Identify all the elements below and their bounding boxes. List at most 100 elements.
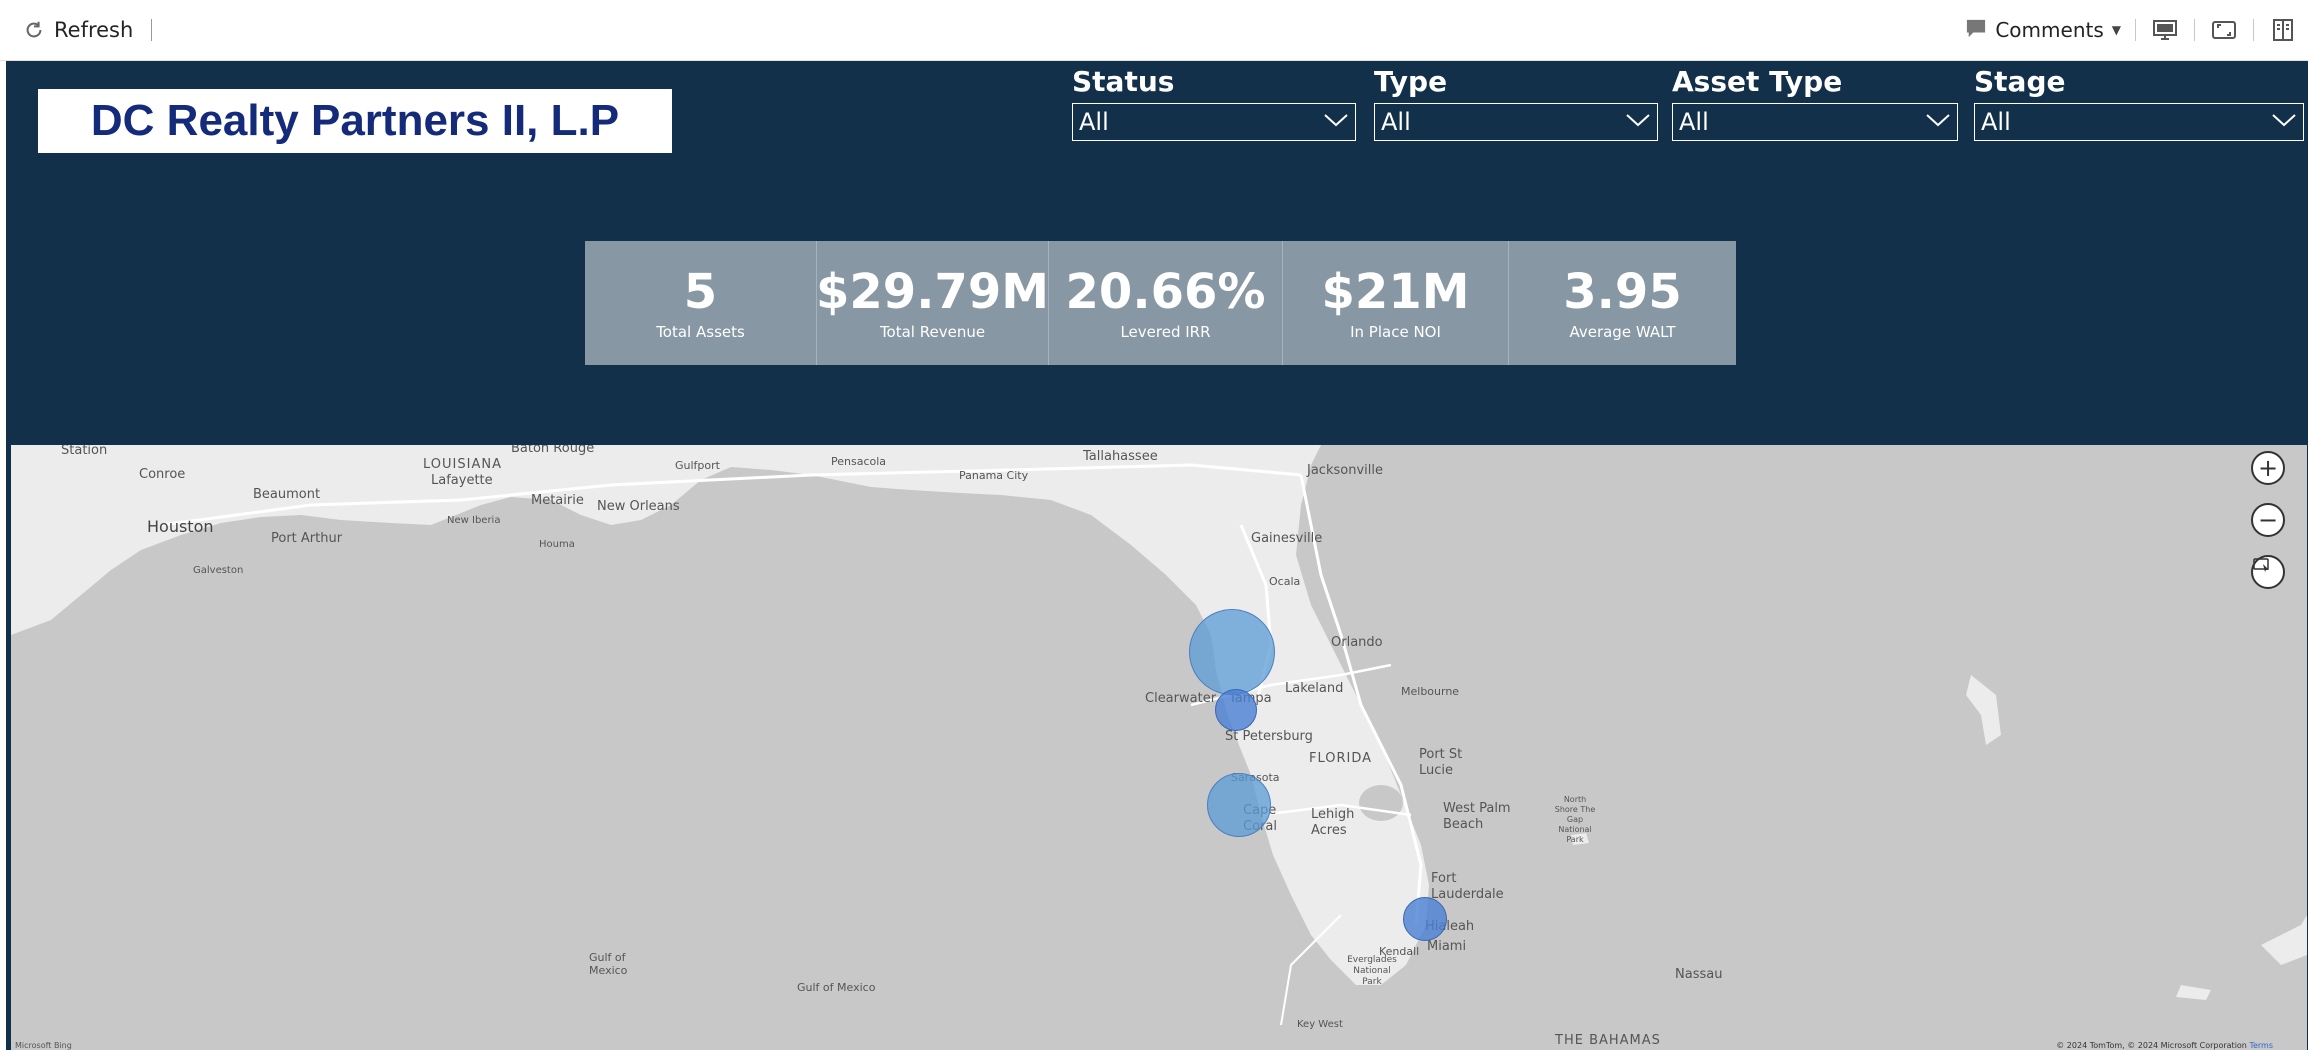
- filter-label: Stage: [1974, 65, 2066, 98]
- kpi-label: Levered IRR: [1120, 323, 1211, 341]
- filter-label: Status: [1072, 65, 1175, 98]
- chevron-down-icon: [1925, 112, 1951, 132]
- type-dropdown[interactable]: All: [1374, 103, 1658, 141]
- map-label: North Shore The Gap National Park: [1554, 795, 1596, 844]
- toolbar-divider: [151, 19, 153, 41]
- map-label: Melbourne: [1401, 685, 1460, 698]
- map-label: St Petersburg: [1225, 729, 1313, 744]
- map-label: FLORIDA: [1309, 751, 1373, 766]
- map-label: Panama City: [959, 469, 1029, 482]
- report-title: DC Realty Partners II, L.P: [90, 96, 620, 145]
- stage-dropdown[interactable]: All: [1974, 103, 2304, 141]
- toolbar-right: Comments ▼: [1965, 0, 2298, 60]
- map-label: Fort Lauderdale: [1431, 871, 1504, 902]
- map-copyright: © 2024 TomTom, © 2024 Microsoft Corporat…: [2056, 1041, 2273, 1050]
- map-label: Port St Lucie: [1419, 747, 1463, 778]
- map-bubble[interactable]: [1215, 689, 1257, 731]
- kpi-card-total-assets[interactable]: 5 Total Assets: [585, 241, 817, 365]
- status-dropdown[interactable]: All: [1072, 103, 1356, 141]
- toolbar-divider: [2253, 19, 2254, 41]
- dropdown-value: All: [1079, 108, 1109, 136]
- kpi-value: $21M: [1321, 264, 1470, 320]
- map-label: Baton Rouge: [511, 445, 595, 456]
- copyright-text: © 2024 TomTom, © 2024 Microsoft Corporat…: [2056, 1041, 2247, 1050]
- monitor-icon[interactable]: [2150, 15, 2180, 45]
- map-label: Key West: [1297, 1019, 1343, 1030]
- caret-down-icon: ▼: [2111, 23, 2121, 37]
- map-label: New Iberia: [447, 515, 501, 526]
- bing-logo: Microsoft Bing: [15, 1041, 72, 1050]
- refresh-button[interactable]: Refresh: [54, 18, 133, 42]
- map-label: Orlando: [1331, 635, 1383, 650]
- kpi-value: 3.95: [1563, 264, 1682, 320]
- asset-type-dropdown[interactable]: All: [1672, 103, 1958, 141]
- chevron-down-icon: [2271, 112, 2297, 132]
- terms-link[interactable]: Terms: [2249, 1041, 2273, 1050]
- map-label: Nassau: [1675, 967, 1723, 982]
- chevron-down-icon: [1323, 112, 1349, 132]
- zoom-out-button[interactable]: −: [2251, 503, 2285, 537]
- minus-icon: −: [2257, 506, 2279, 534]
- map-label: Miami: [1427, 939, 1467, 954]
- map-land: [11, 445, 2307, 1026]
- map-label: Jacksonville: [1307, 463, 1383, 478]
- comments-label: Comments: [1995, 18, 2104, 42]
- fit-to-page-icon[interactable]: [2209, 15, 2239, 45]
- refresh-icon[interactable]: [22, 18, 46, 42]
- map-label: THE BAHAMAS: [1555, 1033, 1661, 1048]
- kpi-card-average-walt[interactable]: 3.95 Average WALT: [1509, 241, 1736, 365]
- map-label: Ocala: [1269, 575, 1301, 588]
- report-canvas: DC Realty Partners II, L.P Status All Ty…: [6, 61, 2308, 1050]
- map-label: Lakeland: [1285, 681, 1344, 696]
- kpi-value: 5: [683, 264, 718, 320]
- map-label: Gulfport: [675, 459, 720, 472]
- filter-label: Type: [1374, 65, 1448, 98]
- map-label: Gainesville: [1251, 531, 1323, 546]
- toolbar-left: Refresh: [22, 0, 153, 60]
- select-area-button[interactable]: [2251, 555, 2285, 589]
- kpi-label: Total Assets: [656, 323, 745, 341]
- map-label: Lehigh Acres: [1311, 807, 1355, 838]
- map-label: Port Arthur: [271, 531, 343, 546]
- map-label: West Palm Beach: [1443, 801, 1511, 832]
- map-label: Pensacola: [831, 455, 887, 468]
- map-label: Everglades National Park: [1347, 955, 1397, 987]
- dropdown-value: All: [1679, 108, 1709, 136]
- filter-status: Status All: [1072, 61, 1356, 141]
- kpi-value: 20.66%: [1065, 264, 1266, 320]
- dropdown-value: All: [1981, 108, 2011, 136]
- toolbar-divider: [2135, 19, 2136, 41]
- plus-icon: +: [2257, 454, 2279, 482]
- report-title-box: DC Realty Partners II, L.P: [38, 89, 672, 153]
- zoom-in-button[interactable]: +: [2251, 451, 2285, 485]
- kpi-card-in-place-noi[interactable]: $21M In Place NOI: [1283, 241, 1509, 365]
- map-label: Galveston: [193, 565, 244, 576]
- kpi-card-levered-irr[interactable]: 20.66% Levered IRR: [1049, 241, 1283, 365]
- map-bubble[interactable]: [1403, 897, 1447, 941]
- map-visual[interactable]: Station Conroe Houston Beaumont Port Art…: [11, 445, 2307, 1050]
- kpi-value: $29.79M: [816, 264, 1049, 320]
- map-label: Beaumont: [253, 487, 321, 502]
- map-label: Tallahassee: [1083, 449, 1158, 464]
- kpi-label: Total Revenue: [879, 323, 986, 341]
- map-label: Conroe: [139, 467, 186, 482]
- map-label: Houston: [147, 517, 214, 536]
- comments-button[interactable]: Comments ▼: [1965, 18, 2121, 43]
- map-bubble[interactable]: [1207, 773, 1271, 837]
- map-label: Gulf of Mexico: [797, 981, 876, 994]
- toolbar-divider: [2194, 19, 2195, 41]
- map-bubble[interactable]: [1189, 609, 1275, 695]
- report-toolbar: Refresh Comments ▼: [0, 0, 2308, 61]
- map-label: Gulf of Mexico: [589, 951, 628, 977]
- kpi-row: 5 Total Assets $29.79M Total Revenue 20.…: [585, 241, 1736, 365]
- filter-stage: Stage All: [1974, 61, 2304, 141]
- kpi-card-total-revenue[interactable]: $29.79M Total Revenue: [816, 241, 1049, 365]
- map-label: Metairie: [531, 493, 584, 508]
- comment-icon: [1965, 18, 1987, 43]
- map-label: Station: [61, 445, 108, 458]
- filter-asset-type: Asset Type All: [1672, 61, 1958, 141]
- chevron-down-icon: [1625, 112, 1651, 132]
- map-label: New Orleans: [597, 499, 680, 514]
- map-label: LOUISIANA: [423, 457, 502, 472]
- reading-view-icon[interactable]: [2268, 15, 2298, 45]
